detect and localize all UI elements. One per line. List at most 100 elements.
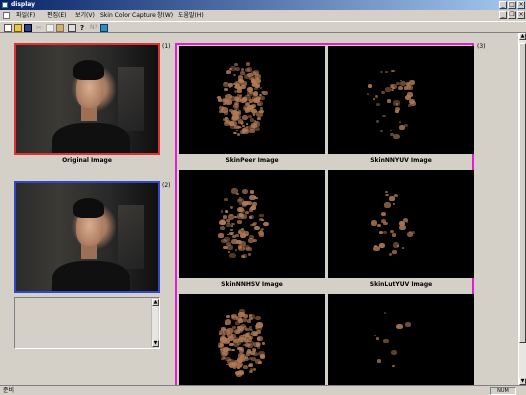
skin-pixel-blob [386, 99, 391, 103]
skin-pixel-blob [224, 197, 228, 201]
skin-peer-label: SkinPeer Image [225, 157, 279, 164]
skin-lutyuv-image [328, 170, 474, 278]
skin-pixel-blob [249, 216, 253, 219]
print-icon[interactable] [68, 24, 76, 32]
skin-pixel-blob [254, 225, 258, 228]
skin-pixel-blob [260, 86, 263, 89]
child-restore-button[interactable]: ❐ [508, 11, 516, 19]
menu-window[interactable]: 창(W) [155, 10, 175, 21]
skin-peer-image [179, 46, 325, 154]
child-close-button[interactable]: × [517, 11, 525, 19]
skin-pixel-blob [224, 319, 232, 325]
skin-pixel-blob [230, 188, 238, 194]
scroll-up-button[interactable]: ▲ [152, 299, 159, 306]
skin-nnyuv-label: SkinNNYUV Image [370, 157, 432, 164]
skin-pixel-blob [407, 85, 413, 90]
skin-pixel-blob [391, 69, 395, 73]
skin-pixel-blob [255, 315, 261, 321]
menu-help[interactable]: 도움말(H) [176, 10, 206, 21]
menu-edit[interactable]: 편집(E) [45, 10, 69, 21]
skin-pixel-blob [381, 90, 385, 94]
skin-pixel-blob [254, 86, 259, 90]
copy-icon[interactable] [46, 24, 54, 32]
skin-pixel-blob [227, 363, 232, 366]
skin-pixel-blob [230, 228, 234, 232]
skin-pixel-blob [254, 126, 261, 132]
skin-pixel-blob [241, 128, 246, 133]
app-icon [2, 2, 8, 8]
skin-pixel-blob [241, 201, 249, 207]
skin-pixel-blob [229, 123, 237, 129]
output-textbox[interactable]: ▲ ▼ [14, 297, 160, 349]
skin-pixel-blob [229, 206, 234, 210]
skin-pixel-blob [230, 225, 234, 228]
skin-image-5 [179, 294, 325, 385]
skin-lutyuv-label: SkinLutYUV Image [369, 281, 433, 288]
menu-view[interactable]: 보기(V) [73, 10, 97, 21]
skin-pixel-blob [237, 245, 242, 249]
menu-file[interactable]: 파일(F) [14, 10, 37, 21]
textbox-scrollbar[interactable]: ▲ ▼ [151, 299, 159, 347]
skin-pixel-blob [231, 314, 234, 317]
skin-pixel-blob [376, 337, 379, 340]
help-icon[interactable]: ? [80, 24, 88, 32]
skin-pixel-blob [376, 359, 381, 363]
skin-pixel-blob [245, 62, 251, 66]
skin-pixel-blob [411, 231, 416, 235]
child-minimize-button[interactable]: _ [499, 11, 507, 19]
skin-pixel-blob [222, 81, 229, 87]
new-document-icon[interactable] [4, 24, 12, 32]
skin-pixel-blob [225, 356, 231, 362]
skin-pixel-blob [259, 229, 263, 232]
main-scroll-down-button[interactable]: ▼ [519, 378, 526, 385]
skin-pixel-blob [257, 346, 261, 349]
menu-skin-color[interactable]: Skin Color [98, 10, 132, 21]
document-icon[interactable] [3, 12, 10, 19]
skin-pixel-blob [260, 353, 266, 358]
save-disk-icon[interactable] [24, 24, 32, 32]
skin-pixel-blob [243, 318, 248, 322]
skin-pixel-blob [404, 321, 411, 327]
main-scroll-thumb[interactable] [519, 43, 526, 343]
skin-pixel-blob [375, 102, 380, 106]
skin-pixel-blob [236, 341, 242, 346]
skin-pixel-blob [229, 252, 236, 258]
skin-pixel-blob [256, 111, 264, 117]
skin-pixel-blob [245, 210, 250, 215]
maximize-button[interactable]: □ [508, 1, 516, 9]
close-button[interactable]: × [517, 1, 525, 9]
skin-pixel-blob [242, 359, 246, 362]
skin-pixel-blob [242, 256, 246, 259]
skin-pixel-blob [248, 114, 253, 118]
original-image-label: Original Image [62, 157, 112, 164]
main-scroll-up-button[interactable]: ▲ [519, 33, 526, 40]
skin-pixel-blob [398, 125, 405, 131]
skin-pixel-blob [378, 243, 385, 248]
skin-pixel-blob [229, 95, 236, 101]
skin-pixel-blob [242, 333, 246, 336]
processed-image-frame [14, 181, 160, 293]
skin-pixel-blob [406, 221, 409, 224]
paste-icon[interactable] [56, 24, 64, 32]
skin-pixel-blob [259, 96, 265, 101]
skin-pixel-blob [230, 214, 233, 217]
skin-pixel-blob [395, 323, 403, 330]
cut-icon[interactable]: ✂ [36, 24, 44, 32]
skin-pixel-blob [250, 351, 255, 355]
minimize-button[interactable]: _ [499, 1, 507, 9]
child-window-controls: _ ❐ × [499, 11, 525, 19]
skin-image-6 [328, 294, 474, 385]
skin-pixel-blob [259, 213, 264, 218]
scroll-down-button[interactable]: ▼ [152, 340, 159, 347]
capture-picture-icon[interactable] [100, 24, 108, 32]
skin-pixel-blob [234, 110, 239, 115]
open-folder-icon[interactable] [14, 24, 22, 32]
main-vertical-scrollbar[interactable]: ▲ ▼ [518, 33, 526, 385]
about-icon[interactable]: N? [90, 24, 98, 32]
skin-pixel-blob [249, 357, 252, 360]
menu-capture[interactable]: Capture [130, 10, 158, 21]
skin-pixel-blob [255, 342, 261, 347]
skin-pixel-blob [393, 100, 400, 106]
skin-pixel-blob [383, 312, 387, 315]
title-bar[interactable]: display _ □ × [0, 0, 526, 10]
